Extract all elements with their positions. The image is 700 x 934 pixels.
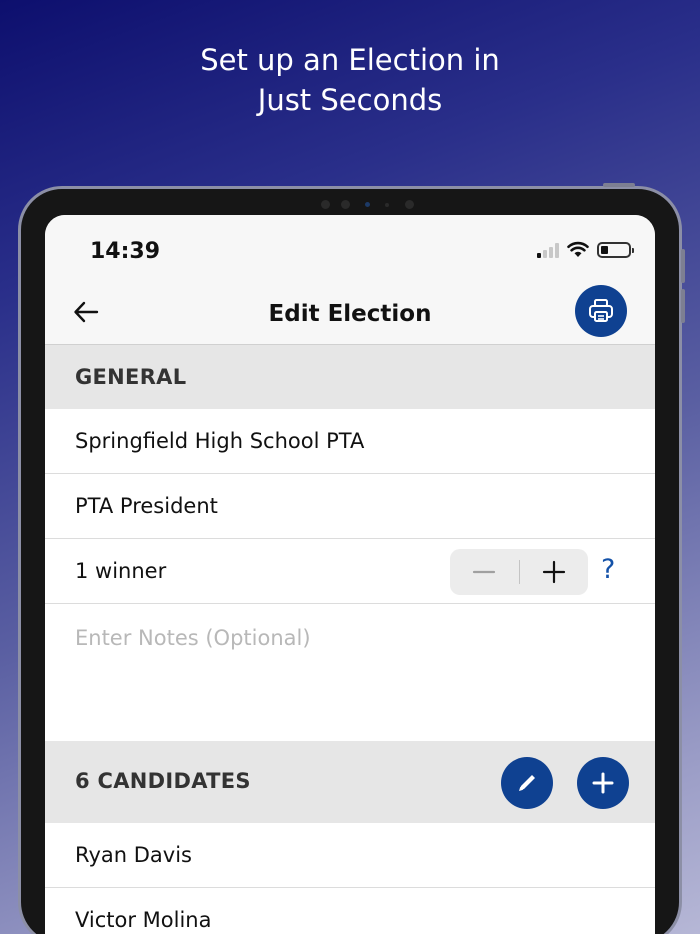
organization-field[interactable]: Springfield High School PTA (45, 409, 655, 474)
winners-stepper[interactable] (450, 549, 588, 595)
candidate-row[interactable]: Victor Molina (45, 888, 655, 934)
status-time: 14:39 (90, 239, 161, 264)
top-button (603, 183, 635, 187)
status-icons (537, 241, 634, 258)
page-title: Edit Election (268, 301, 432, 327)
winners-row: 1 winner ? (45, 539, 655, 604)
tablet-frame: 14:39 Edit Election GENERAL Springfield … (18, 183, 685, 934)
print-icon (589, 299, 613, 322)
minus-icon (473, 570, 496, 574)
status-bar: 14:39 (45, 215, 655, 285)
winners-value: 1 winner (75, 559, 167, 583)
decrement-button[interactable] (450, 549, 519, 595)
pencil-icon (519, 775, 535, 791)
volume-down-button (681, 289, 685, 323)
plus-icon (592, 772, 614, 794)
print-button[interactable] (575, 285, 627, 337)
promo-line-1: Set up an Election in (200, 43, 500, 77)
candidate-row[interactable]: Ryan Davis (45, 823, 655, 888)
camera-array (321, 199, 421, 211)
promo-headline: Set up an Election in Just Seconds (0, 40, 700, 120)
notes-field[interactable]: Enter Notes (Optional) (45, 604, 655, 741)
volume-up-button (681, 249, 685, 283)
general-header-label: GENERAL (75, 365, 187, 389)
candidate-name: Ryan Davis (75, 843, 192, 867)
navigation-bar: Edit Election (45, 285, 655, 345)
help-button[interactable]: ? (601, 554, 615, 585)
plus-icon (542, 560, 565, 584)
candidates-header-label: 6 CANDIDATES (75, 769, 251, 793)
edit-candidates-button[interactable] (501, 757, 553, 809)
signal-icon (537, 242, 559, 258)
promo-line-2: Just Seconds (257, 83, 443, 117)
candidates-section-header: 6 CANDIDATES (45, 741, 655, 823)
app-screen: 14:39 Edit Election GENERAL Springfield … (45, 215, 655, 934)
candidate-name: Victor Molina (75, 908, 212, 932)
organization-value: Springfield High School PTA (75, 429, 365, 453)
increment-button[interactable] (520, 549, 589, 595)
position-field[interactable]: PTA President (45, 474, 655, 539)
notes-placeholder: Enter Notes (Optional) (75, 626, 311, 650)
battery-icon (597, 241, 634, 258)
general-section-header: GENERAL (45, 345, 655, 409)
position-value: PTA President (75, 494, 218, 518)
wifi-icon (567, 241, 589, 257)
add-candidate-button[interactable] (577, 757, 629, 809)
